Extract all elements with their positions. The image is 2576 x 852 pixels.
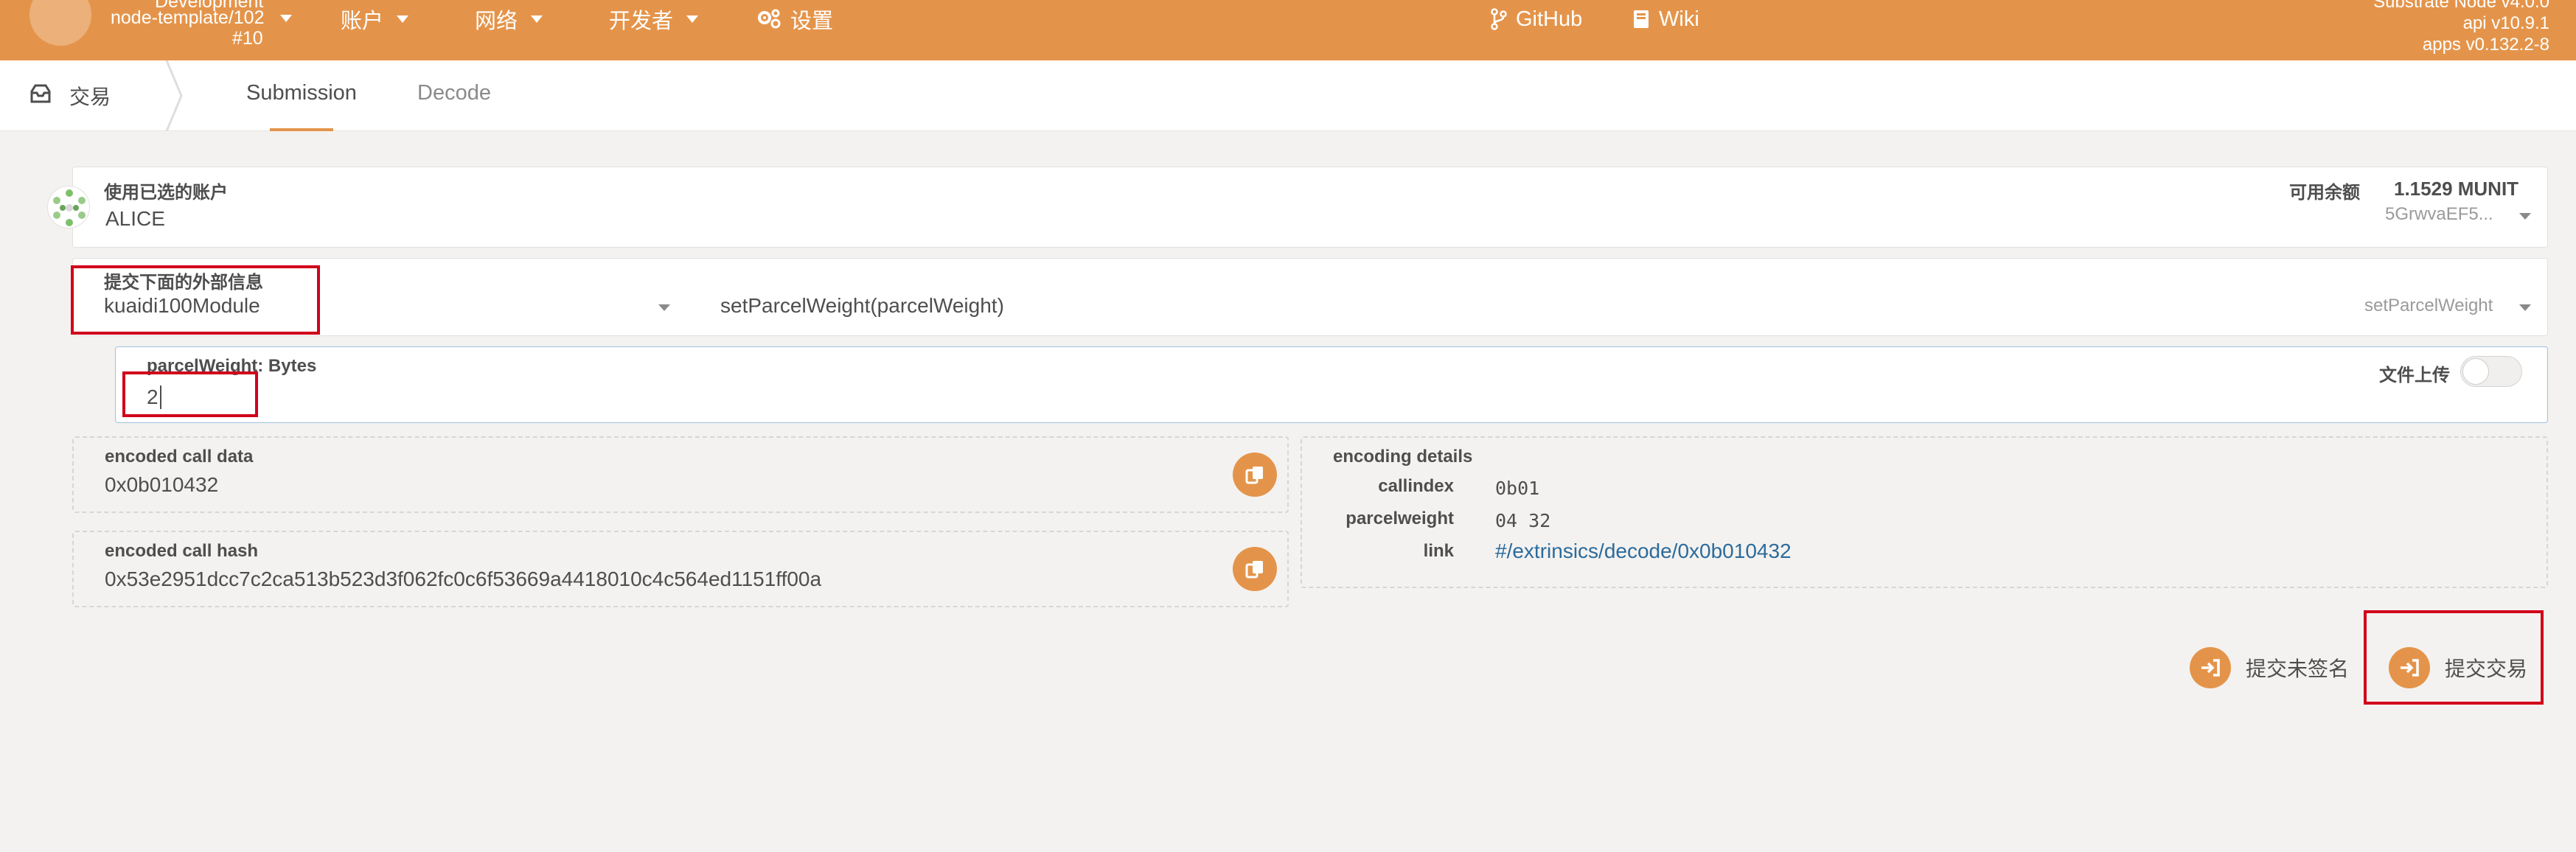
nav-settings[interactable]: 设置 — [756, 6, 834, 33]
page-subheader: 交易 Submission Decode — [0, 60, 2576, 131]
detail-value-callindex: 0b01 — [1495, 478, 1540, 499]
chevron-down-icon — [397, 15, 409, 23]
tab-decode[interactable]: Decode — [417, 81, 491, 105]
balance-label: 可用余额 — [2289, 183, 2360, 203]
block-number: #10 — [232, 28, 263, 49]
detail-key-parcelweight: parcelweight — [1346, 509, 1454, 528]
nav-developer-label: 开发者 — [609, 10, 674, 33]
active-tab-indicator — [270, 128, 333, 131]
detail-key-callindex: callindex — [1378, 476, 1454, 496]
chain-logo-icon[interactable] — [29, 0, 91, 46]
account-label: 使用已选的账户 — [104, 183, 228, 203]
encoding-details: encoding details callindex 0b01 parcelwe… — [1301, 436, 2548, 588]
apps-version: apps v0.132.2-8 — [2422, 35, 2549, 55]
nav-accounts[interactable]: 账户 — [341, 6, 409, 33]
tab-submission[interactable]: Submission — [246, 81, 357, 105]
copy-call-data-button[interactable] — [1233, 453, 1277, 497]
nav-network[interactable]: 网络 — [475, 6, 543, 33]
nav-network-label: 网络 — [475, 10, 518, 33]
version-info: Substrate Node v4.0.0 api v10.9.1 apps v… — [2373, 0, 2549, 55]
detail-key-link: link — [1423, 541, 1454, 561]
chevron-down-icon — [2519, 304, 2531, 311]
book-icon — [1632, 9, 1650, 29]
chevron-down-icon — [531, 15, 543, 23]
details-title: encoding details — [1333, 447, 1473, 467]
wiki-link[interactable]: Wiki — [1632, 6, 1699, 32]
github-label: GitHub — [1516, 7, 1583, 31]
highlight-param-value — [122, 371, 258, 417]
gears-icon — [756, 9, 781, 29]
api-version: api v10.9.1 — [2462, 13, 2549, 33]
account-selector[interactable]: 使用已选的账户 ALICE 可用余额 1.1529 MUNIT 5GrwvaEF… — [72, 167, 2548, 248]
call-hash-label: encoded call hash — [105, 541, 259, 561]
nav-developer[interactable]: 开发者 — [609, 6, 699, 33]
account-address: 5GrwvaEF5... — [2385, 204, 2493, 224]
highlight-module — [71, 265, 320, 335]
highlight-submit — [2364, 610, 2544, 705]
param-input-card: parcelWeight: Bytes 2 文件上传 — [115, 346, 2548, 423]
nav-accounts-label: 账户 — [341, 10, 384, 33]
node-version: Substrate Node v4.0.0 — [2373, 0, 2549, 12]
chevron-down-icon — [2519, 213, 2531, 220]
top-navbar: Development node-template/102 #10 账户 网络 … — [0, 0, 2576, 60]
wiki-label: Wiki — [1659, 7, 1699, 31]
section-label: 交易 — [69, 85, 111, 108]
extrinsic-selector: 提交下面的外部信息 kuaidi100Module setParcelWeigh… — [72, 258, 2548, 336]
file-upload-toggle[interactable] — [2460, 356, 2522, 387]
submit-unsigned-label: 提交未签名 — [2246, 657, 2350, 680]
nav-settings-label: 设置 — [790, 10, 834, 33]
code-branch-icon — [1491, 8, 1507, 30]
chevron-down-icon — [686, 15, 699, 23]
breadcrumb-separator — [165, 60, 183, 131]
copy-call-hash-button[interactable] — [1233, 547, 1277, 591]
method-dropdown[interactable]: setParcelWeight(parcelWeight) setParcelW… — [707, 259, 2549, 337]
account-name: ALICE — [105, 207, 165, 230]
encoded-call-hash: encoded call hash 0x53e2951dcc7c2ca513b5… — [72, 531, 1289, 607]
chevron-down-icon — [658, 304, 670, 311]
detail-value-parcelweight: 04 32 — [1495, 510, 1551, 531]
method-selected: setParcelWeight — [2364, 296, 2493, 315]
inbox-icon — [29, 84, 52, 108]
call-data-value: 0x0b010432 — [105, 473, 219, 496]
github-link[interactable]: GitHub — [1491, 6, 1582, 32]
submit-unsigned-button[interactable]: 提交未签名 — [2190, 647, 2349, 688]
copy-icon — [1245, 467, 1263, 484]
call-data-label: encoded call data — [105, 447, 254, 467]
file-upload-label: 文件上传 — [2379, 366, 2450, 385]
balance-value: 1.1529 MUNIT — [2394, 178, 2519, 200]
encoded-call-data: encoded call data 0x0b010432 — [72, 436, 1289, 513]
toggle-knob — [2462, 358, 2489, 385]
account-identicon-icon — [47, 186, 90, 228]
decode-link[interactable]: #/extrinsics/decode/0x0b010432 — [1495, 540, 1792, 563]
sign-in-icon — [2190, 647, 2231, 688]
chain-selector[interactable]: Development node-template/102 #10 — [111, 0, 295, 60]
section-title: 交易 — [29, 81, 111, 111]
call-hash-value: 0x53e2951dcc7c2ca513b523d3f062fc0c6f5366… — [105, 568, 822, 590]
method-signature: setParcelWeight(parcelWeight) — [720, 294, 1004, 317]
node-name: node-template/102 — [111, 7, 265, 28]
copy-icon — [1245, 561, 1263, 579]
chevron-down-icon — [280, 15, 292, 22]
